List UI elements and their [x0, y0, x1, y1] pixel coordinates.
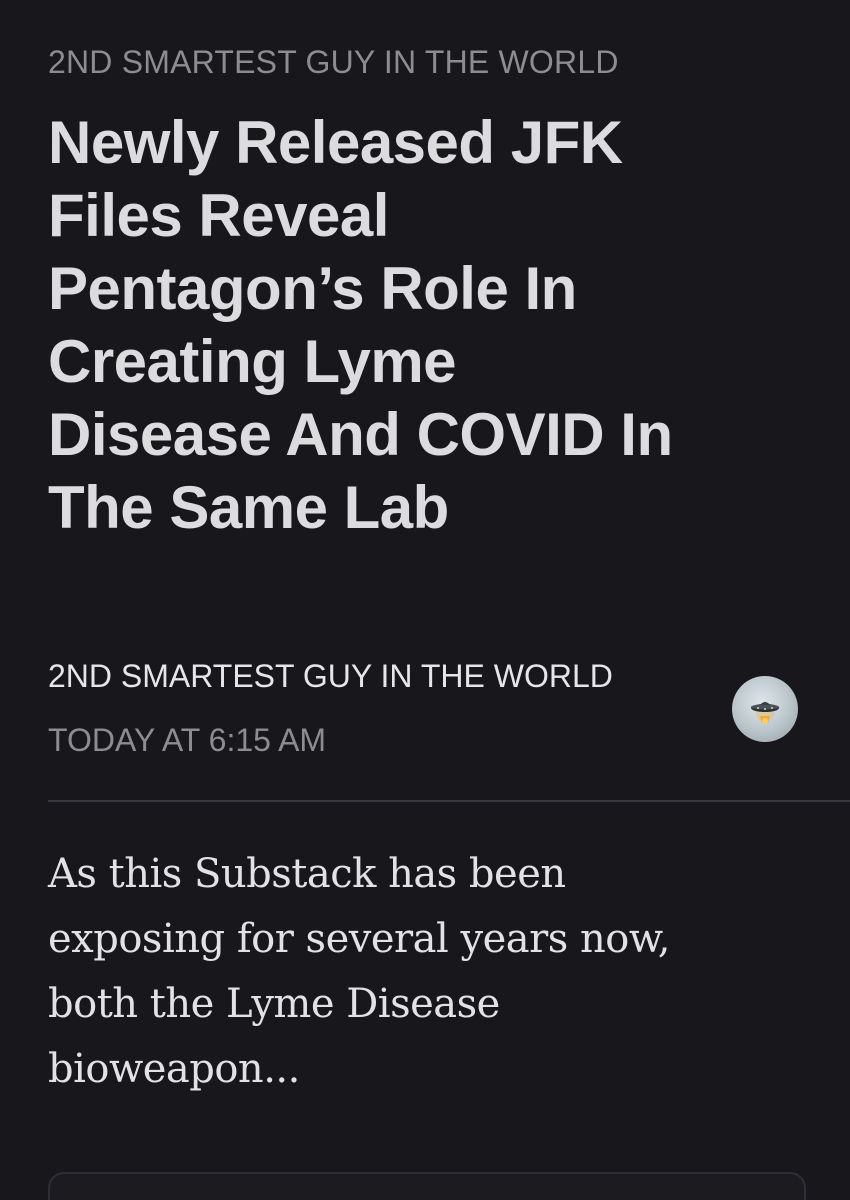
ufo-icon: [751, 702, 779, 724]
excerpt-line: As this Substack has been: [48, 851, 566, 897]
section-divider: [48, 800, 850, 802]
headline-line: Creating Lyme: [48, 328, 457, 395]
post-timestamp: TODAY AT 6:15 AM: [48, 722, 327, 758]
author-avatar[interactable]: [732, 676, 798, 742]
headline-line: Newly Released JFK: [48, 109, 623, 176]
headline-line: The Same Lab: [48, 474, 449, 541]
next-card[interactable]: [48, 1172, 806, 1200]
headline-line: Pentagon’s Role In: [48, 255, 577, 322]
headline-line: Disease And COVID In: [48, 401, 673, 468]
headline-line: Files Reveal: [48, 182, 389, 249]
article-excerpt[interactable]: As this Substack has been exposing for s…: [48, 842, 808, 1102]
excerpt-line: exposing for several years now,: [48, 916, 671, 962]
article-headline: Newly Released JFK Files Reveal Pentagon…: [48, 106, 818, 544]
excerpt-line: both the Lyme Disease: [48, 981, 500, 1027]
author-name[interactable]: 2ND SMARTEST GUY IN THE WORLD: [48, 656, 613, 696]
excerpt-line: bioweapon...: [48, 1046, 300, 1092]
publication-name[interactable]: 2ND SMARTEST GUY IN THE WORLD: [48, 42, 619, 82]
article-page: 2ND SMARTEST GUY IN THE WORLD Newly Rele…: [0, 0, 850, 1200]
